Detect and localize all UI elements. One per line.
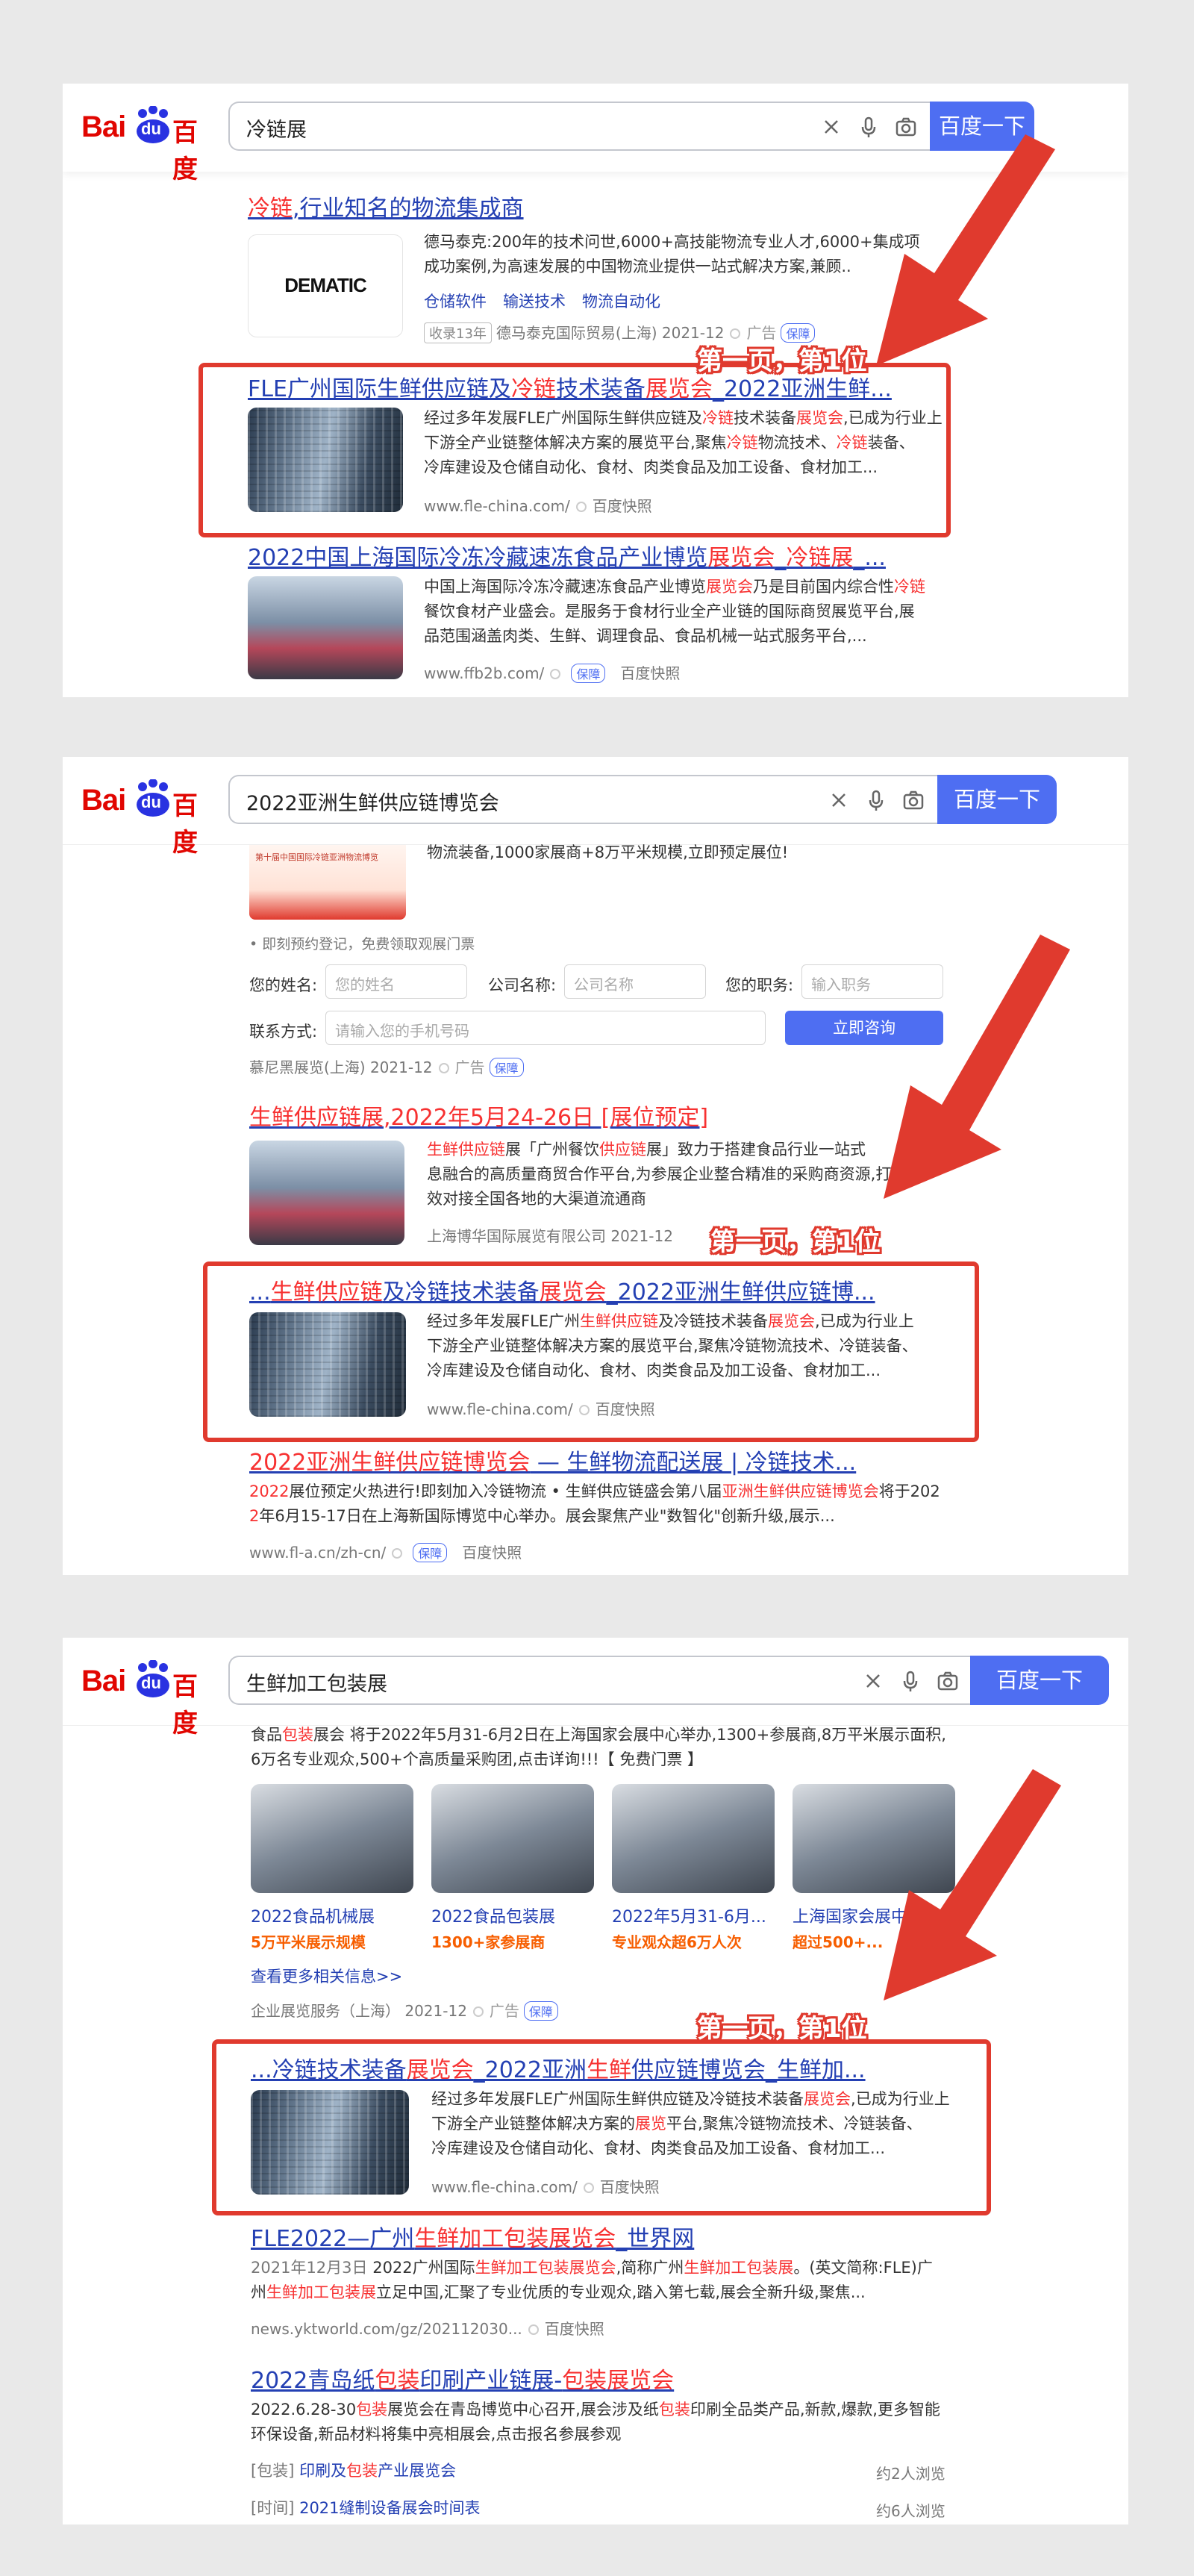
search-header: Bai du 百度 2022亚洲生鲜供应链博览会 百度一下 <box>63 757 1128 858</box>
camera-icon[interactable] <box>936 1669 960 1693</box>
arrow-icon <box>884 935 1070 1199</box>
related-count: 约6人浏览 <box>876 2502 945 2520</box>
info-icon <box>528 2324 539 2335</box>
result-title[interactable]: 冷链,行业知名的物流集成商 <box>248 190 524 222</box>
image-caption[interactable]: 2022食品包装展 <box>431 1903 555 1927</box>
search-button[interactable]: 百度一下 <box>970 1656 1109 1705</box>
result-snippet: 2022.6.28-30包装展览会在青岛博览中心召开,展会涉及纸包装印刷全品类产… <box>251 2401 940 2418</box>
result-snippet: 中国上海国际冷冻冷藏速冻食品产业博览展览会乃是目前国内综合性冷链 <box>424 578 925 596</box>
result-title[interactable]: 2022中国上海国际冷冻冷藏速冻食品产业博览展览会_冷链展_... <box>248 539 886 572</box>
result-snippet: 2年6月15-17日在上海新国际博览中心举办。展会聚焦产业"数智化"创新升级,展… <box>249 1507 835 1525</box>
baidu-logo[interactable]: Bai du 百度 <box>81 1660 216 1738</box>
form-label: 您的姓名: <box>249 976 318 994</box>
baidu-logo[interactable]: Bai du 百度 <box>81 106 216 184</box>
highlight-box <box>212 2039 991 2215</box>
related-count: 约2人浏览 <box>876 2465 945 2483</box>
phone-input[interactable]: 请输入您的手机号码 <box>325 1011 766 1045</box>
result-url[interactable]: news.yktworld.com/gz/202112030... 百度快照 <box>251 2317 604 2339</box>
result-url[interactable]: www.fl-a.cn/zh-cn/保障 百度快照 <box>249 1541 522 1562</box>
form-label: 您的职务: <box>725 976 794 994</box>
rank-callout: 第一页，第1位 <box>697 2014 867 2044</box>
form-label: 公司名称: <box>488 976 557 994</box>
result-title[interactable]: 2022亚洲生鲜供应链博览会 — 生鲜物流配送展 | 冷链技术... <box>249 1444 856 1476</box>
arrow-icon <box>876 134 1055 366</box>
highlight-box <box>203 1262 979 1442</box>
guarantee-badge: 保障 <box>571 664 606 683</box>
more-link[interactable]: 查看更多相关信息>> <box>251 1965 402 1987</box>
ad-image[interactable] <box>612 1784 775 1893</box>
image-subcaption: 1300+家参展商 <box>431 1933 546 1951</box>
search-panel-2: Bai du 百度 2022亚洲生鲜供应链博览会 百度一下 第十届中国国际冷链亚… <box>63 757 1128 1575</box>
result-snippet: 效对接全国各地的大渠道流通商 <box>427 1190 646 1208</box>
search-input[interactable]: 生鲜加工包装展 <box>228 1656 970 1705</box>
image-subcaption: 5万平米展示规模 <box>251 1933 366 1951</box>
ad-source: 慕尼黑展览(上海) 2021-12 广告 保障 <box>249 1055 524 1077</box>
search-input[interactable]: 2022亚洲生鲜供应链博览会 <box>228 775 937 824</box>
guarantee-badge: 保障 <box>523 2001 558 2021</box>
result-snippet: 2022展位预定火热进行!即刻加入冷链物流 • 生鲜供应链盛会第八届亚洲生鲜供应… <box>249 1482 940 1500</box>
result-snippet: 环保设备,新品材料将集中亮相展会,点击报名参展参观 <box>251 2425 622 2443</box>
sitelink[interactable]: 输送技术 <box>503 290 566 312</box>
ad-source: 企业展览服务（上海） 2021-12 广告 保障 <box>251 1999 558 2021</box>
company-input[interactable]: 公司名称 <box>564 964 706 999</box>
result-snippet: 餐饮食材产业盛会。是服务于食材行业全产业链的国际商贸展览平台,展 <box>424 602 915 620</box>
info-icon <box>730 328 741 339</box>
result-url[interactable]: www.ffb2b.com/保障 百度快照 <box>424 661 680 683</box>
related-item[interactable]: [时间] 2021缝制设备展会时间表 <box>251 2496 481 2521</box>
microphone-icon[interactable] <box>898 1669 922 1693</box>
search-header: Bai du 百度 生鲜加工包装展 百度一下 <box>63 1638 1128 1738</box>
baidu-logo[interactable]: Bai du 百度 <box>81 779 216 858</box>
result-snippet: 成功案例,为高速发展的中国物流业提供一站式解决方案,兼顾.. <box>424 258 851 275</box>
result-thumbnail[interactable] <box>248 576 403 679</box>
ad-thumbnail[interactable]: 第十届中国国际冷链亚洲物流博览 <box>249 845 406 920</box>
rank-callout: 第一页，第1位 <box>697 346 867 376</box>
info-icon <box>550 669 561 679</box>
result-snippet: 生鲜供应链展「广州餐饮供应链展」致力于搭建食品行业一站式 <box>427 1141 866 1158</box>
result-snippet: 德马泰克:200年的技术问世,6000+高技能物流专业人才,6000+集成项 <box>424 233 920 251</box>
search-panel-3: Bai du 百度 生鲜加工包装展 百度一下 食品包装展会 将于2022年5月3… <box>63 1638 1128 2524</box>
guarantee-badge: 保障 <box>489 1058 524 1077</box>
result-title[interactable]: 生鲜供应链展,2022年5月24-26日 [展位预定] <box>249 1099 708 1132</box>
search-panel-1: Bai du 百度 冷链展 百度一下 冷链,行业知名的物流集成商 DEMATIC… <box>63 84 1128 697</box>
ad-snippet: 物流装备,1000家展商+8万平米规模,立即预定展位! <box>427 843 789 861</box>
result-title[interactable]: FLE2022—广州生鲜加工包装展览会_世界网 <box>251 2220 694 2253</box>
clear-icon[interactable] <box>861 1669 885 1693</box>
ad-image[interactable] <box>431 1784 594 1893</box>
result-title[interactable]: 2022青岛纸包装印刷产业链展-包装展览会 <box>251 2362 674 2395</box>
name-input[interactable]: 您的姓名 <box>325 964 467 999</box>
clear-icon[interactable] <box>819 115 843 139</box>
result-thumbnail[interactable]: DEMATIC <box>248 234 403 337</box>
image-caption[interactable]: 2022年5月31-6月... <box>612 1903 766 1927</box>
result-snippet: 2021年12月3日 2022广州国际生鲜加工包装展览会,简称广州生鲜加工包装展… <box>251 2259 933 2277</box>
arrow-icon <box>884 1769 1061 2000</box>
info-icon <box>392 1548 403 1559</box>
result-snippet: 品范围涵盖肉类、生鲜、调理食品、食品机械一站式服务平台,... <box>424 627 867 645</box>
result-thumbnail[interactable] <box>249 1141 404 1245</box>
ad-image[interactable] <box>251 1784 413 1893</box>
info-icon <box>472 2006 484 2017</box>
search-button[interactable]: 百度一下 <box>937 775 1057 824</box>
highlight-box <box>199 363 951 537</box>
image-caption[interactable]: 2022食品机械展 <box>251 1903 375 1927</box>
result-snippet: 州生鲜加工包装展立足中国,汇聚了专业优质的专业观众,踏入第七载,展会全新升级,聚… <box>251 2283 866 2301</box>
form-label: 联系方式: <box>249 1023 318 1041</box>
ad-snippet: 食品包装展会 将于2022年5月31-6月2日在上海国家会展中心举办,1300+… <box>251 1726 946 1744</box>
ad-snippet: 6万名专业观众,500+个高质量采购团,点击详询!!!【 免费门票 】 <box>251 1750 703 1768</box>
microphone-icon[interactable] <box>864 788 888 812</box>
image-subcaption: 专业观众超6万人次 <box>612 1933 742 1951</box>
search-input[interactable]: 冷链展 <box>228 102 930 151</box>
info-icon <box>438 1063 449 1073</box>
ad-note: • 即刻预约登记，免费领取观展门票 <box>249 936 475 952</box>
camera-icon[interactable] <box>901 788 925 812</box>
result-source: 上海博华国际展览有限公司 2021-12 <box>427 1227 673 1245</box>
rank-callout: 第一页，第1位 <box>710 1227 881 1257</box>
guarantee-badge: 保障 <box>413 1543 448 1562</box>
sitelink[interactable]: 物流自动化 <box>582 290 660 312</box>
result-snippet: 息融合的高质量商贸合作平台,为参展企业整合精准的采购商资源,打造高 <box>427 1165 923 1183</box>
related-item[interactable]: [包装] 印刷及包装产业展览会 <box>251 2459 456 2483</box>
sitelink[interactable]: 仓储软件 <box>424 290 487 312</box>
clear-icon[interactable] <box>827 788 851 812</box>
